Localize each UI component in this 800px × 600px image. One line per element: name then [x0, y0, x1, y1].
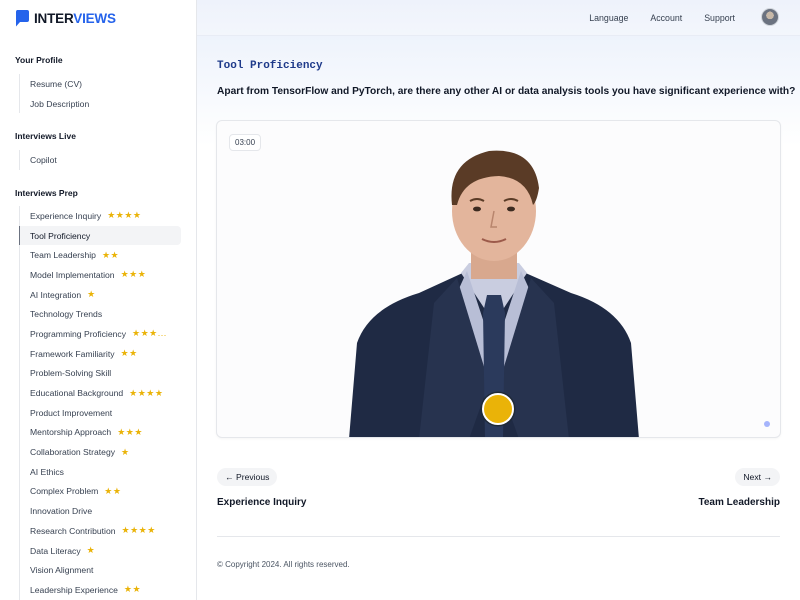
- top-bar: Language Account Support: [197, 0, 800, 36]
- sidebar-item-model-implementation[interactable]: Model Implementation ★★★: [20, 265, 182, 285]
- sidebar-item-label: Model Implementation: [30, 269, 115, 280]
- rating-stars: ★★★★: [107, 210, 142, 221]
- rating-stars: ★★★: [117, 426, 143, 437]
- copyright-text: © Copyright 2024. All rights reserved.: [217, 560, 350, 569]
- topnav-account[interactable]: Account: [650, 13, 682, 23]
- sidebar-item-mentorship-approach[interactable]: Mentorship Approach ★★★: [20, 423, 182, 443]
- next-button[interactable]: Next →: [735, 468, 780, 486]
- sidebar-item-label: Technology Trends: [30, 309, 103, 320]
- sidebar-item-programming-proficiency[interactable]: Programming Proficiency ★★★...: [20, 324, 182, 344]
- sidebar-item-job-description[interactable]: Job Description: [20, 94, 182, 114]
- sidebar-item-technology-trends[interactable]: Technology Trends: [20, 304, 182, 324]
- question-text: Apart from TensorFlow and PyTorch, are t…: [217, 86, 796, 97]
- sidebar-item-tool-proficiency[interactable]: Tool Proficiency: [19, 225, 181, 246]
- footer-divider: [217, 536, 780, 537]
- nav-group-profile: Resume (CV) Job Description: [19, 74, 182, 114]
- sidebar-item-ai-ethics[interactable]: AI Ethics: [20, 462, 182, 482]
- video-panel: 03:00: [216, 120, 781, 438]
- sidebar-item-label: Research Contribution: [30, 525, 116, 536]
- top-nav: Language Account Support: [567, 0, 735, 36]
- section-title-profile: Your Profile: [15, 55, 63, 65]
- sidebar-item-label: Framework Familiarity: [30, 348, 115, 359]
- sidebar-item-label: Tool Proficiency: [30, 230, 91, 241]
- nav-group-live: Copilot: [19, 150, 182, 170]
- sidebar-item-innovation-drive[interactable]: Innovation Drive: [20, 501, 182, 521]
- sidebar-item-experience-inquiry[interactable]: Experience Inquiry ★★★★: [20, 206, 182, 226]
- sidebar-item-label: Complex Problem: [30, 486, 99, 497]
- sidebar-item-ai-integration[interactable]: AI Integration ★: [20, 285, 182, 305]
- nav-group-prep: Experience Inquiry ★★★★ Tool Proficiency Te…: [19, 206, 182, 600]
- rating-stars: ★★★★: [121, 525, 156, 536]
- rating-stars: ★★: [101, 249, 120, 260]
- rating-stars: ★: [87, 289, 96, 300]
- main-content: Tool Proficiency Apart from TensorFlow a…: [197, 36, 800, 600]
- sidebar-item-label: Experience Inquiry: [30, 210, 102, 221]
- sidebar-item-leadership-experience[interactable]: Leadership Experience ★★: [20, 580, 182, 600]
- sidebar-item-label: Leadership Experience: [30, 584, 118, 595]
- page-title: Tool Proficiency: [217, 60, 323, 72]
- sidebar-item-label: Problem-Solving Skill: [30, 368, 112, 379]
- previous-topic-link[interactable]: Experience Inquiry: [217, 497, 306, 508]
- sidebar-item-label: Product Improvement: [30, 407, 113, 418]
- sidebar-item-research-contribution[interactable]: Research Contribution ★★★★: [20, 521, 182, 541]
- status-dot: [764, 421, 770, 427]
- sidebar-item-resume[interactable]: Resume (CV): [20, 74, 182, 94]
- sidebar-item-problem-solving-skill[interactable]: Problem-Solving Skill: [20, 364, 182, 384]
- sidebar-item-label: Vision Alignment: [30, 565, 94, 576]
- topnav-support[interactable]: Support: [704, 13, 735, 23]
- chat-bubble-icon: [15, 9, 29, 26]
- sidebar-item-label: Innovation Drive: [30, 506, 93, 517]
- sidebar-item-collaboration-strategy[interactable]: Collaboration Strategy ★: [20, 442, 182, 462]
- timer-badge: 03:00: [229, 134, 262, 151]
- sidebar-item-complex-problem[interactable]: Complex Problem ★★: [20, 482, 182, 502]
- brand-logo[interactable]: INTERVIEWS: [15, 9, 116, 27]
- sidebar-item-product-improvement[interactable]: Product Improvement: [20, 403, 182, 423]
- rating-stars: ★★★...: [132, 328, 167, 339]
- avatar[interactable]: [761, 8, 779, 26]
- sidebar-item-framework-familiarity[interactable]: Framework Familiarity ★★: [20, 344, 182, 364]
- rating-stars: ★★: [120, 348, 138, 359]
- sidebar-item-educational-background[interactable]: Educational Background ★★★★: [20, 383, 182, 403]
- sidebar: INTERVIEWS Your Profile Resume (CV) Job …: [0, 0, 197, 600]
- sidebar-item-team-leadership[interactable]: Team Leadership ★★: [20, 245, 182, 265]
- sidebar-item-vision-alignment[interactable]: Vision Alignment: [20, 560, 182, 580]
- sidebar-item-label: Data Literacy: [30, 545, 81, 556]
- record-button[interactable]: [482, 393, 514, 425]
- brand-name: INTERVIEWS: [34, 10, 116, 26]
- sidebar-item-label: AI Ethics: [30, 466, 64, 477]
- rating-stars: ★: [121, 446, 130, 457]
- rating-stars: ★★★★: [129, 387, 164, 398]
- sidebar-item-label: Team Leadership: [30, 250, 96, 261]
- next-topic-link[interactable]: Team Leadership: [698, 497, 780, 508]
- section-title-prep: Interviews Prep: [15, 188, 78, 198]
- sidebar-item-data-literacy[interactable]: Data Literacy ★: [20, 541, 182, 561]
- rating-stars: ★★: [123, 584, 142, 595]
- sidebar-item-label: Collaboration Strategy: [30, 447, 116, 458]
- topnav-language[interactable]: Language: [589, 13, 628, 23]
- sidebar-item-label: Mentorship Approach: [30, 427, 112, 438]
- previous-button[interactable]: ← Previous: [217, 468, 278, 486]
- sidebar-item-label: Educational Background: [30, 388, 124, 399]
- section-title-live: Interviews Live: [15, 131, 76, 141]
- rating-stars: ★: [86, 545, 96, 556]
- sidebar-item-copilot[interactable]: Copilot: [20, 150, 182, 170]
- rating-stars: ★★★: [120, 269, 147, 280]
- sidebar-item-label: AI Integration: [30, 289, 82, 300]
- sidebar-item-label: Programming Proficiency: [30, 328, 126, 339]
- rating-stars: ★★: [104, 485, 122, 496]
